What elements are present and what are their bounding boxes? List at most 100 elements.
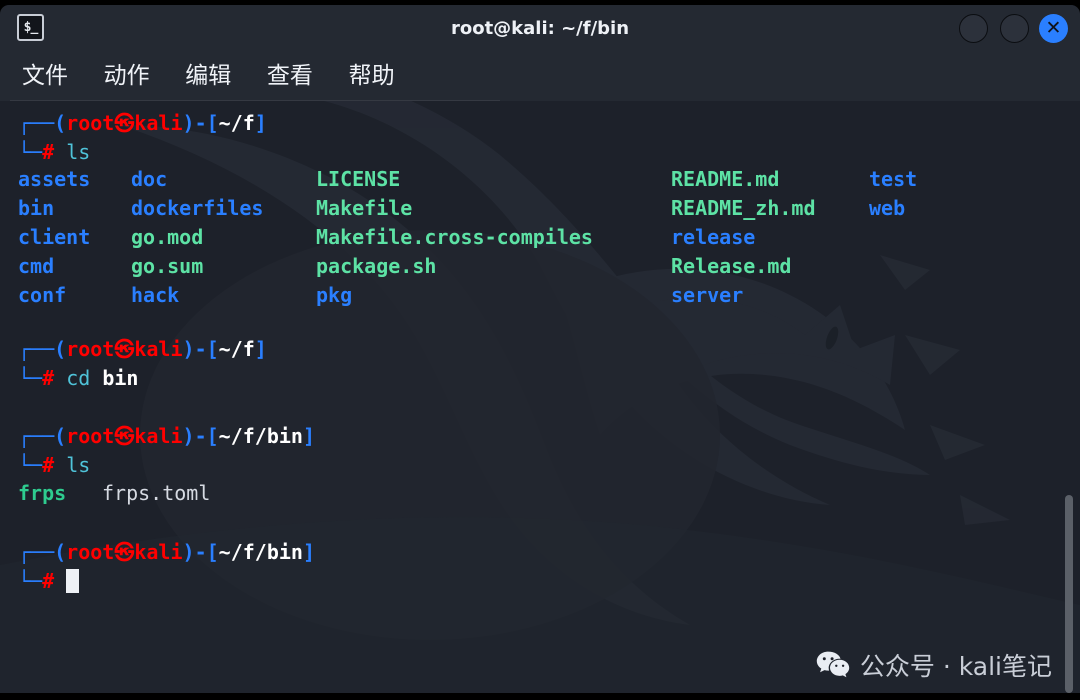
prompt-open-paren: ( — [54, 424, 67, 448]
prompt-corner: ┌── — [18, 540, 55, 564]
wechat-watermark: 公众号 · kali笔记 — [816, 645, 1052, 685]
prompt-close-paren: ) — [182, 424, 195, 448]
prompt-hash: # — [42, 140, 55, 164]
prompt-corner-bottom: └─ — [18, 140, 43, 164]
title-bar[interactable]: $_ root@kali: ~/f/bin ✕ — [0, 5, 1080, 52]
prompt-user: root — [66, 111, 115, 135]
window-title: root@kali: ~/f/bin — [450, 18, 630, 39]
maximize-button[interactable] — [1000, 14, 1029, 43]
prompt-host: kali — [134, 424, 183, 448]
prompt-close-paren: ) — [182, 111, 195, 135]
prompt-open-paren: ( — [54, 337, 67, 361]
list-item: test — [869, 167, 918, 191]
prompt-open-bracket: [ — [206, 540, 219, 564]
minimize-button[interactable] — [959, 14, 988, 43]
prompt-close-paren: ) — [182, 540, 195, 564]
list-item: doc — [131, 167, 168, 191]
prompt-corner: ┌── — [18, 111, 55, 135]
command-line-4[interactable]: └─# — [18, 567, 80, 596]
prompt-host: kali — [134, 540, 183, 564]
prompt-at-icon: ㉿ — [114, 111, 135, 135]
prompt-path: ~/f/bin — [218, 540, 303, 564]
prompt-open-bracket: [ — [206, 424, 219, 448]
list-item: go.sum — [131, 254, 204, 278]
screen-bottom-edge — [0, 693, 1080, 700]
prompt-close-bracket: ] — [302, 424, 315, 448]
terminal-content: ┌──(root㉿kali)-[~/f] └─# ls assets bin c… — [0, 101, 1080, 693]
prompt-dash: - — [194, 337, 207, 361]
terminal-body[interactable]: ┌──(root㉿kali)-[~/f] └─# ls assets bin c… — [0, 101, 1080, 693]
command-line-3: └─# ls — [18, 451, 90, 480]
prompt-user: root — [66, 540, 115, 564]
list-item: client — [18, 225, 91, 249]
prompt-corner: ┌── — [18, 424, 55, 448]
prompt-path: ~/f — [218, 337, 255, 361]
prompt-user: root — [66, 424, 115, 448]
command-name: ls — [66, 453, 91, 477]
prompt-corner-bottom: └─ — [18, 569, 43, 593]
prompt-path: ~/f — [218, 111, 255, 135]
prompt-line-4: ┌──(root㉿kali)-[~/f/bin] — [18, 538, 315, 567]
prompt-open-paren: ( — [54, 540, 67, 564]
prompt-close-bracket: ] — [302, 540, 315, 564]
menu-item-edit[interactable]: 编辑 — [185, 52, 231, 101]
list-item: Release.md — [671, 254, 792, 278]
list-item: conf — [18, 283, 67, 307]
scrollbar-thumb[interactable] — [1065, 495, 1073, 693]
prompt-dash: - — [194, 111, 207, 135]
prompt-close-bracket: ] — [254, 337, 267, 361]
menu-item-help[interactable]: 帮助 — [349, 52, 395, 101]
prompt-line-1: ┌──(root㉿kali)-[~/f] — [18, 109, 267, 138]
list-item: assets — [18, 167, 91, 191]
list-item: README.md — [671, 167, 780, 191]
list-item: Makefile — [316, 196, 413, 220]
prompt-corner-bottom: └─ — [18, 366, 43, 390]
list-item: release — [671, 225, 756, 249]
prompt-user: root — [66, 337, 115, 361]
prompt-host: kali — [134, 337, 183, 361]
list-item: Makefile.cross-compiles — [316, 225, 593, 249]
prompt-open-paren: ( — [54, 111, 67, 135]
command-name: ls — [66, 140, 91, 164]
prompt-line-3: ┌──(root㉿kali)-[~/f/bin] — [18, 422, 315, 451]
terminal-window: $_ root@kali: ~/f/bin ✕ 文件 动作 编辑 查看 帮助 ┌… — [0, 5, 1080, 693]
list-item: package.sh — [316, 254, 437, 278]
prompt-at-icon: ㉿ — [114, 540, 135, 564]
list-item: server — [671, 283, 744, 307]
prompt-at-icon: ㉿ — [114, 424, 135, 448]
menu-item-file[interactable]: 文件 — [22, 52, 68, 101]
list-item: cmd — [18, 254, 55, 278]
command-line-1: └─# ls — [18, 138, 90, 167]
prompt-open-bracket: [ — [206, 111, 219, 135]
list-item: LICENSE — [316, 167, 401, 191]
list-item: hack — [131, 283, 180, 307]
close-button[interactable]: ✕ — [1039, 14, 1068, 43]
command-arg: bin — [102, 366, 139, 390]
prompt-corner: ┌── — [18, 337, 55, 361]
prompt-dash: - — [194, 424, 207, 448]
prompt-hash: # — [42, 569, 55, 593]
command-line-2: └─# cd bin — [18, 364, 138, 393]
menu-item-actions[interactable]: 动作 — [104, 52, 150, 101]
prompt-path: ~/f/bin — [218, 424, 303, 448]
prompt-at-icon: ㉿ — [114, 337, 135, 361]
menu-item-view[interactable]: 查看 — [267, 52, 313, 101]
list-item: pkg — [316, 283, 353, 307]
list-item: dockerfiles — [131, 196, 264, 220]
prompt-close-paren: ) — [182, 337, 195, 361]
close-icon: ✕ — [1045, 17, 1062, 39]
command-name: cd — [66, 366, 91, 390]
list-item: web — [869, 196, 906, 220]
prompt-dash: - — [194, 540, 207, 564]
prompt-close-bracket: ] — [254, 111, 267, 135]
prompt-open-bracket: [ — [206, 337, 219, 361]
prompt-corner-bottom: └─ — [18, 453, 43, 477]
menu-bar: 文件 动作 编辑 查看 帮助 — [0, 52, 1080, 101]
wechat-label: 公众号 · kali笔记 — [859, 652, 1052, 681]
text-cursor — [66, 569, 80, 593]
